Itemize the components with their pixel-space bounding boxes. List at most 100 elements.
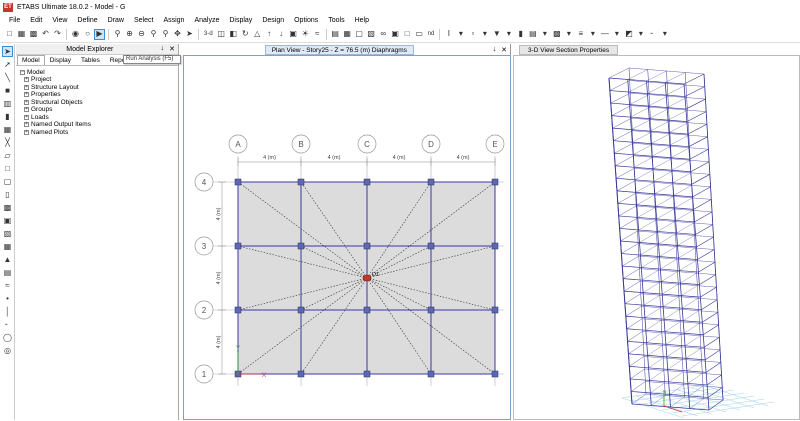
menu-display[interactable]: Display bbox=[224, 17, 257, 24]
menu-tools[interactable]: Tools bbox=[323, 17, 349, 24]
tree-item-named-plots[interactable]: + Named Plots bbox=[20, 129, 174, 137]
draw-slab-icon[interactable]: ▤ bbox=[527, 29, 538, 40]
menu-analyze[interactable]: Analyze bbox=[189, 17, 224, 24]
tree-item-project[interactable]: + Project bbox=[20, 76, 174, 84]
reshape-icon[interactable]: ➚ bbox=[2, 59, 13, 70]
plan-view-title[interactable]: Plan View - Story25 - Z = 76.5 (m) Diaph… bbox=[264, 44, 414, 55]
menu-draw[interactable]: Draw bbox=[103, 17, 129, 24]
menu-define[interactable]: Define bbox=[72, 17, 102, 24]
tab-tables[interactable]: Tables bbox=[76, 55, 105, 65]
draw-brace-dropdown-icon[interactable]: ▾ bbox=[503, 29, 514, 40]
display-options-icon[interactable]: ▤ bbox=[330, 29, 341, 40]
draw-tendon-side-icon[interactable]: ╴ bbox=[2, 319, 13, 330]
pin-icon[interactable]: ↓ bbox=[493, 46, 497, 54]
run-analysis-icon[interactable]: ▶ bbox=[94, 28, 105, 40]
open-icon[interactable]: ▦ bbox=[16, 29, 27, 40]
draw-beam-side-icon[interactable]: ■ bbox=[2, 85, 13, 96]
nd-button[interactable]: nd bbox=[426, 31, 437, 37]
collapse-icon[interactable]: – bbox=[20, 69, 25, 75]
draw-wall-side-icon[interactable]: ▯ bbox=[2, 189, 13, 200]
redo-icon[interactable]: ↷ bbox=[52, 29, 63, 40]
menu-edit[interactable]: Edit bbox=[25, 17, 47, 24]
close-icon[interactable]: ✕ bbox=[169, 45, 175, 53]
pan-icon[interactable]: ✥ bbox=[172, 29, 183, 40]
draw-section-cut-icon[interactable]: ◩ bbox=[623, 29, 634, 40]
save-icon[interactable]: ▩ bbox=[28, 29, 39, 40]
draw-mesh-icon[interactable]: ▤ bbox=[2, 267, 13, 278]
tab-display[interactable]: Display bbox=[45, 55, 76, 65]
menu-assign[interactable]: Assign bbox=[158, 17, 189, 24]
expand-icon[interactable]: + bbox=[24, 84, 29, 90]
move-down-icon[interactable]: ↓ bbox=[276, 29, 287, 40]
new-model-icon[interactable]: □ bbox=[4, 29, 15, 40]
shell-icon[interactable]: ▧ bbox=[366, 29, 377, 40]
menu-file[interactable]: File bbox=[4, 17, 25, 24]
quick-draw-area-icon[interactable]: ▢ bbox=[2, 176, 13, 187]
link-icon[interactable]: ∞ bbox=[378, 29, 389, 40]
3d-view-title[interactable]: 3-D View Section Properties bbox=[519, 44, 619, 55]
draw-tendon-icon[interactable]: ╴ bbox=[647, 29, 658, 40]
tree-item-loads[interactable]: + Loads bbox=[20, 114, 174, 122]
menu-options[interactable]: Options bbox=[289, 17, 323, 24]
draw-opening-icon[interactable]: ▩ bbox=[551, 29, 562, 40]
zoom-restore-icon[interactable]: ⚲ bbox=[148, 29, 159, 40]
deselect-icon[interactable]: □ bbox=[402, 29, 413, 40]
view-3d-button[interactable]: 3-d bbox=[202, 31, 215, 37]
draw-spring-icon[interactable]: ≈ bbox=[2, 280, 13, 291]
clear-selection-icon[interactable]: ▭ bbox=[414, 29, 425, 40]
draw-stair-icon[interactable]: ▧ bbox=[2, 228, 13, 239]
draw-column-dropdown-icon[interactable]: ▾ bbox=[455, 29, 466, 40]
expand-icon[interactable]: + bbox=[24, 77, 29, 83]
draw-brace-icon[interactable]: ▼ bbox=[491, 29, 502, 40]
quick-draw-wall-icon[interactable]: ▩ bbox=[2, 202, 13, 213]
draw-tendon-dropdown-icon[interactable]: ▾ bbox=[659, 29, 670, 40]
tree-item-structure-layout[interactable]: + Structure Layout bbox=[20, 84, 174, 92]
draw-dim-line-icon[interactable]: │ bbox=[2, 306, 13, 317]
show-deformed-icon[interactable]: ≈ bbox=[312, 29, 323, 40]
zoom-out-icon[interactable]: ⊖ bbox=[136, 29, 147, 40]
tree-root-model[interactable]: – Model bbox=[20, 68, 174, 76]
draw-beam-dropdown-icon[interactable]: ▾ bbox=[479, 29, 490, 40]
draw-beam-icon[interactable]: ▫ bbox=[467, 29, 478, 40]
draw-opening-side-icon[interactable]: ▣ bbox=[2, 215, 13, 226]
expand-icon[interactable]: + bbox=[24, 114, 29, 120]
menu-view[interactable]: View bbox=[47, 17, 72, 24]
expand-icon[interactable]: + bbox=[24, 107, 29, 113]
menu-help[interactable]: Help bbox=[350, 17, 374, 24]
set-display-icon[interactable]: ☀ bbox=[300, 29, 311, 40]
object-shrink-icon[interactable]: ▣ bbox=[288, 29, 299, 40]
draw-brace-side-icon[interactable]: ╳ bbox=[2, 137, 13, 148]
close-icon[interactable]: ✕ bbox=[501, 46, 507, 54]
draw-reference-dropdown-icon[interactable]: ▾ bbox=[611, 29, 622, 40]
elevation-view-icon[interactable]: ◧ bbox=[228, 29, 239, 40]
tree-item-structural-objects[interactable]: + Structural Objects bbox=[20, 99, 174, 107]
expand-icon[interactable]: + bbox=[24, 92, 29, 98]
tree-item-named-output-items[interactable]: + Named Output Items bbox=[20, 121, 174, 129]
draw-section-cut-dropdown-icon[interactable]: ▾ bbox=[635, 29, 646, 40]
draw-dimension-dropdown-icon[interactable]: ▾ bbox=[587, 29, 598, 40]
grid-icon[interactable]: ▦ bbox=[342, 29, 353, 40]
3d-tower-drawing[interactable] bbox=[514, 56, 799, 419]
snap-mid-icon[interactable]: ◎ bbox=[2, 345, 13, 356]
zoom-in-icon[interactable]: ⊕ bbox=[124, 29, 135, 40]
quick-draw-beam-icon[interactable]: ▥ bbox=[2, 98, 13, 109]
select-all-icon[interactable]: ▣ bbox=[390, 29, 401, 40]
draw-wall-icon[interactable]: ▮ bbox=[515, 29, 526, 40]
3d-view-canvas[interactable] bbox=[513, 55, 800, 420]
draw-column-side-icon[interactable]: ▮ bbox=[2, 111, 13, 122]
menu-design[interactable]: Design bbox=[257, 17, 289, 24]
tree-item-groups[interactable]: + Groups bbox=[20, 106, 174, 114]
draw-reference-icon[interactable]: — bbox=[599, 29, 610, 40]
draw-dimension-icon[interactable]: ≡ bbox=[575, 29, 586, 40]
perspective-icon[interactable]: △ bbox=[252, 29, 263, 40]
pin-icon[interactable]: ↓ bbox=[161, 45, 165, 53]
expand-icon[interactable]: + bbox=[24, 99, 29, 105]
plan-view-icon[interactable]: ◫ bbox=[216, 29, 227, 40]
draw-rect-area-icon[interactable]: □ bbox=[2, 163, 13, 174]
draw-point-icon[interactable]: • bbox=[2, 293, 13, 304]
snap-options-icon[interactable]: ◯ bbox=[2, 332, 13, 343]
pointer-icon[interactable]: ➤ bbox=[184, 29, 195, 40]
tree-item-properties[interactable]: + Properties bbox=[20, 91, 174, 99]
rotate-3d-icon[interactable]: ↻ bbox=[240, 29, 251, 40]
select-pointer-icon[interactable]: ➤ bbox=[2, 46, 13, 57]
